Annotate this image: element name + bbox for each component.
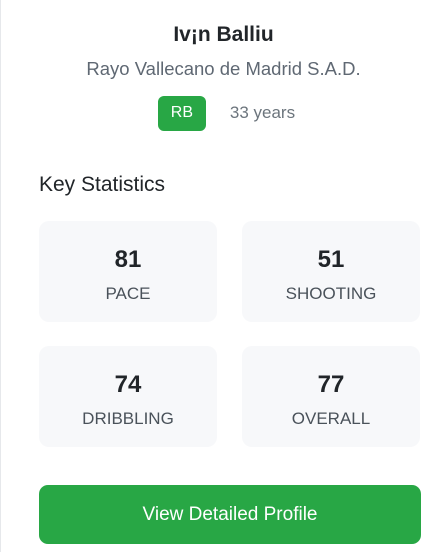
stat-card-pace: 81 PACE bbox=[39, 221, 217, 322]
view-detailed-profile-button[interactable]: View Detailed Profile bbox=[39, 485, 421, 544]
stat-card-dribbling: 74 DRIBBLING bbox=[39, 346, 217, 447]
stat-card-overall: 77 OVERALL bbox=[242, 346, 420, 447]
key-statistics-heading: Key Statistics bbox=[39, 173, 166, 196]
player-name: Iv¡n Balliu bbox=[173, 23, 274, 46]
stat-value: 74 bbox=[114, 371, 142, 398]
stat-value: 77 bbox=[317, 371, 345, 398]
player-card: Iv¡n Balliu Rayo Vallecano de Madrid S.A… bbox=[0, 0, 446, 552]
position-badge: RB bbox=[157, 95, 206, 131]
player-meta: RB 33 years bbox=[1, 95, 446, 131]
stat-value: 81 bbox=[114, 246, 142, 273]
stat-label: DRIBBLING bbox=[82, 409, 174, 428]
stat-value: 51 bbox=[317, 246, 345, 273]
stat-card-shooting: 51 SHOOTING bbox=[242, 221, 420, 322]
player-age: 33 years bbox=[229, 103, 296, 122]
stat-label: SHOOTING bbox=[285, 284, 377, 303]
club-name: Rayo Vallecano de Madrid S.A.D. bbox=[86, 58, 361, 79]
stat-label: OVERALL bbox=[291, 409, 371, 428]
stat-label: PACE bbox=[105, 284, 151, 303]
